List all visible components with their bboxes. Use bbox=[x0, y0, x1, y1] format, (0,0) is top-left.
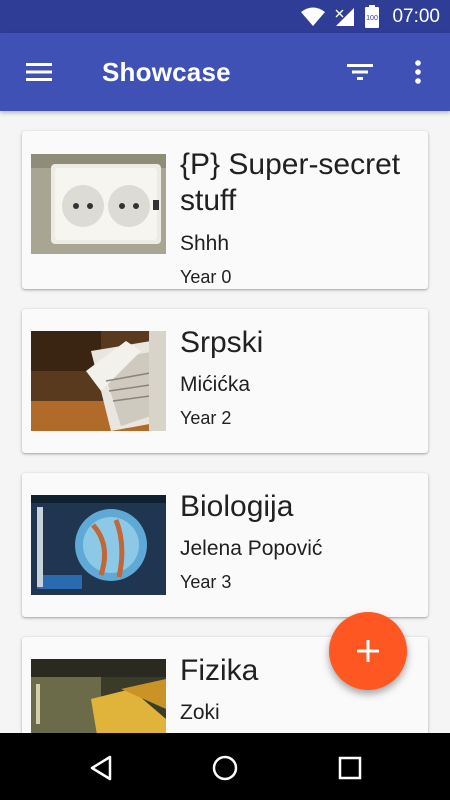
home-button[interactable] bbox=[210, 753, 240, 783]
course-teacher: Mićićka bbox=[180, 373, 251, 396]
course-year: Year 3 bbox=[180, 572, 232, 592]
power-socket-photo bbox=[31, 154, 166, 254]
add-course-button[interactable] bbox=[329, 612, 407, 690]
course-teacher: Jelena Popović bbox=[180, 537, 323, 560]
home-icon bbox=[212, 755, 238, 781]
course-card[interactable]: Biologija Jelena Popović Year 3 bbox=[22, 473, 428, 617]
recents-icon bbox=[338, 756, 362, 780]
course-card[interactable]: Srpski Mićićka Year 2 bbox=[22, 309, 428, 453]
back-button[interactable] bbox=[86, 753, 116, 783]
battery-icon: 100 bbox=[364, 4, 380, 29]
course-year: Year 2 bbox=[180, 408, 232, 428]
papers-stack-photo bbox=[31, 331, 166, 431]
course-teacher: Shhh bbox=[180, 232, 230, 255]
status-bar: 100 07:00 bbox=[0, 0, 450, 33]
course-teacher: Zoki bbox=[180, 701, 220, 724]
menu-button[interactable] bbox=[24, 59, 54, 85]
status-time: 07:00 bbox=[392, 5, 440, 27]
plus-icon bbox=[357, 640, 379, 662]
course-title: Srpski bbox=[180, 326, 264, 359]
cell-signal-icon bbox=[334, 7, 356, 27]
course-title: {P} Super-secret stuff bbox=[180, 148, 401, 217]
biology-textbook-photo bbox=[31, 495, 166, 595]
wifi-icon bbox=[300, 7, 326, 27]
battery-level: 100 bbox=[367, 15, 379, 22]
filter-icon bbox=[347, 64, 373, 80]
back-icon bbox=[90, 755, 112, 781]
system-nav-bar bbox=[0, 733, 450, 800]
filter-button[interactable] bbox=[345, 59, 375, 85]
course-card[interactable]: {P} Super-secret stuff Shhh Year 0 bbox=[22, 131, 428, 289]
app-bar: Showcase bbox=[0, 33, 450, 111]
recents-button[interactable] bbox=[335, 753, 365, 783]
menu-icon bbox=[26, 63, 52, 81]
more-options-button[interactable] bbox=[408, 57, 428, 87]
physics-textbook-photo bbox=[31, 659, 166, 733]
app-title: Showcase bbox=[102, 57, 231, 87]
course-title: Biologija bbox=[180, 490, 294, 523]
more-vert-icon bbox=[415, 60, 421, 84]
course-year: Year 0 bbox=[180, 267, 232, 287]
